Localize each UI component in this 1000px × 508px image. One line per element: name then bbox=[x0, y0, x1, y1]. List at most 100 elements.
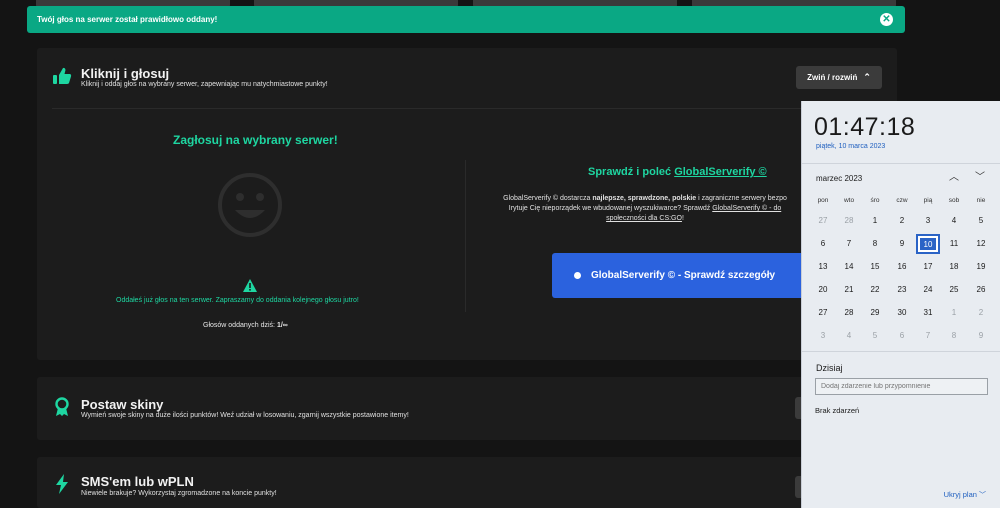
collapse-expand-button[interactable]: Zwiń / rozwiń ⌃ bbox=[796, 66, 882, 89]
lightning-icon bbox=[56, 474, 68, 494]
vote-panel-title: Kliknij i głosuj bbox=[81, 66, 170, 81]
calendar-day[interactable]: 23 bbox=[890, 280, 914, 300]
calendar-day[interactable]: 5 bbox=[863, 326, 887, 346]
calendar-day[interactable]: 7 bbox=[837, 234, 861, 254]
smiley-face-icon bbox=[218, 173, 282, 237]
calendar-day[interactable]: 2 bbox=[969, 303, 993, 323]
calendar-day[interactable]: 5 bbox=[969, 211, 993, 231]
full-date-link[interactable]: piątek, 10 marca 2023 bbox=[816, 143, 885, 150]
calendar-day[interactable]: 3 bbox=[811, 326, 835, 346]
weekday-label: sob bbox=[948, 197, 960, 204]
desc-text: ! bbox=[681, 215, 684, 222]
weekday-label: wto bbox=[843, 197, 855, 204]
chevron-down-icon: ﹀ bbox=[979, 492, 986, 499]
add-event-input[interactable] bbox=[815, 378, 988, 395]
calendar-divider bbox=[802, 163, 1000, 164]
calendar-day[interactable]: 17 bbox=[916, 257, 940, 277]
warning-icon bbox=[243, 279, 257, 292]
votes-today: Głosów oddanych dziś: 1/∞ bbox=[203, 322, 288, 329]
chevron-up-icon[interactable]: ︿ bbox=[947, 171, 961, 185]
calendar-day[interactable]: 18 bbox=[942, 257, 966, 277]
info-dot-icon bbox=[574, 272, 581, 279]
hide-agenda-link[interactable]: Ukryj plan ﹀ bbox=[944, 490, 986, 500]
calendar-day[interactable]: 12 bbox=[969, 234, 993, 254]
calendar-day[interactable]: 14 bbox=[837, 257, 861, 277]
calendar-day[interactable]: 31 bbox=[916, 303, 940, 323]
calendar-day[interactable]: 2 bbox=[890, 211, 914, 231]
no-events-text: Brak zdarzeń bbox=[815, 406, 860, 415]
calendar-day[interactable]: 6 bbox=[890, 326, 914, 346]
globalserverify-title: Sprawdź i poleć GlobalServerify © bbox=[588, 166, 767, 178]
weekday-label: śro bbox=[870, 197, 880, 204]
calendar-day[interactable]: 15 bbox=[863, 257, 887, 277]
globalserverify-description: GlobalServerify © dostarcza najlepsze, s… bbox=[480, 194, 810, 224]
csgo-community-link[interactable]: społeczności dla CS:GO bbox=[606, 215, 682, 222]
calendar-day[interactable]: 30 bbox=[890, 303, 914, 323]
calendar-day[interactable]: 24 bbox=[916, 280, 940, 300]
calendar-day[interactable]: 7 bbox=[916, 326, 940, 346]
calendar-day[interactable]: 4 bbox=[837, 326, 861, 346]
calendar-day[interactable]: 3 bbox=[916, 211, 940, 231]
chevron-down-icon[interactable]: ﹀ bbox=[973, 171, 987, 185]
award-ribbon-icon bbox=[55, 397, 69, 416]
calendar-day[interactable]: 1 bbox=[863, 211, 887, 231]
calendar-day[interactable]: 4 bbox=[942, 211, 966, 231]
skins-panel-title: Postaw skiny bbox=[81, 397, 164, 412]
calendar-day[interactable]: 27 bbox=[811, 303, 835, 323]
calendar-day[interactable]: 13 bbox=[811, 257, 835, 277]
notification-text: Twój głos na serwer został prawidłowo od… bbox=[37, 15, 218, 24]
calendar-day[interactable]: 19 bbox=[969, 257, 993, 277]
calendar-day[interactable]: 6 bbox=[811, 234, 835, 254]
sms-panel-subtitle: Niewiele brakuje? Wykorzystaj zgromadzon… bbox=[81, 490, 277, 497]
hide-agenda-label: Ukryj plan bbox=[943, 490, 977, 499]
calendar-day[interactable]: 8 bbox=[863, 234, 887, 254]
calendar-day[interactable]: 21 bbox=[837, 280, 861, 300]
vote-section-title: Zagłosuj na wybrany serwer! bbox=[173, 133, 338, 147]
calendar-divider bbox=[802, 351, 1000, 352]
weekday-label: czw bbox=[896, 197, 908, 204]
calendar-day[interactable]: 20 bbox=[811, 280, 835, 300]
votes-today-label: Głosów oddanych dziś: bbox=[203, 322, 275, 329]
close-icon[interactable]: ✕ bbox=[880, 13, 893, 26]
calendar-day[interactable]: 26 bbox=[969, 280, 993, 300]
skins-panel-subtitle: Wymień swoje skiny na duże ilości punktó… bbox=[81, 412, 409, 419]
globalserverify-details-button[interactable]: GlobalServerify © - Sprawdź szczegóły bbox=[552, 253, 812, 298]
calendar-day[interactable]: 9 bbox=[969, 326, 993, 346]
globalserverify-inline-link[interactable]: GlobalServerify © - do bbox=[712, 205, 781, 212]
calendar-day[interactable]: 9 bbox=[890, 234, 914, 254]
desc-text: GlobalServerify © dostarcza bbox=[503, 195, 593, 202]
vote-panel-subtitle: Kliknij i oddaj głos na wybrany serwer, … bbox=[81, 81, 328, 88]
success-notification: Twój głos na serwer został prawidłowo od… bbox=[27, 6, 905, 33]
calendar-day[interactable]: 1 bbox=[942, 303, 966, 323]
calendar-day[interactable]: 22 bbox=[863, 280, 887, 300]
calendar-day[interactable]: 29 bbox=[863, 303, 887, 323]
sms-panel: SMS'em lub wPLN Niewiele brakuje? Wykorz… bbox=[37, 457, 897, 508]
desc-text: i zagraniczne serwery bezpo bbox=[696, 195, 787, 202]
calendar-day[interactable]: 28 bbox=[837, 211, 861, 231]
clock-time: 01:47:18 bbox=[814, 113, 916, 141]
panel-divider bbox=[52, 108, 897, 109]
weekday-label: pią bbox=[923, 197, 933, 204]
desc-bold: najlepsze, sprawdzone, polskie bbox=[592, 195, 697, 202]
calendar-day[interactable]: 25 bbox=[942, 280, 966, 300]
weekday-label: pon bbox=[817, 197, 829, 204]
weekday-label: nie bbox=[976, 197, 986, 204]
skins-panel: Postaw skiny Wymień swoje skiny na duże … bbox=[37, 377, 897, 440]
sms-panel-title: SMS'em lub wPLN bbox=[81, 474, 194, 489]
votes-today-value: 1/∞ bbox=[276, 322, 288, 329]
today-heading: Dzisiaj bbox=[816, 363, 843, 373]
desc-text: Irytuje Cię nieporządek we wbudowanej wy… bbox=[508, 205, 713, 212]
calendar-day[interactable]: 11 bbox=[942, 234, 966, 254]
thumbs-up-icon bbox=[53, 67, 72, 84]
calendar-day-today[interactable]: 10 bbox=[916, 234, 940, 254]
calendar-day[interactable]: 28 bbox=[837, 303, 861, 323]
globalserverify-link[interactable]: GlobalServerify © bbox=[674, 166, 766, 178]
calendar-day[interactable]: 8 bbox=[942, 326, 966, 346]
chevron-up-icon: ⌃ bbox=[863, 72, 871, 82]
collapse-expand-label: Zwiń / rozwiń bbox=[807, 73, 858, 82]
already-voted-message: Oddałeś już głos na ten serwer. Zaprasza… bbox=[116, 297, 359, 304]
calendar-day[interactable]: 16 bbox=[890, 257, 914, 277]
clock-calendar-flyout: 01:47:18 piątek, 10 marca 2023 marzec 20… bbox=[801, 101, 1000, 508]
calendar-day[interactable]: 27 bbox=[811, 211, 835, 231]
month-label[interactable]: marzec 2023 bbox=[816, 174, 862, 183]
